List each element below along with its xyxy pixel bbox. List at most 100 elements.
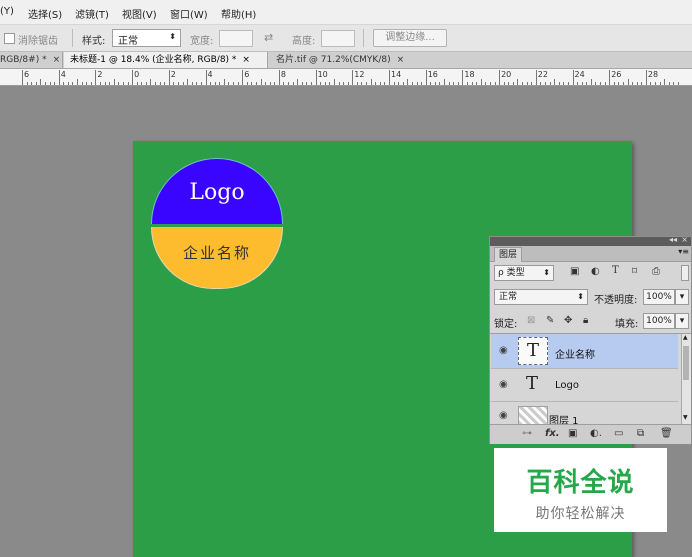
ruler-tick — [554, 79, 556, 85]
layer-filter-select[interactable]: ρ 类型 ⬍ — [494, 265, 554, 281]
ruler-label: 6 — [24, 70, 30, 79]
ruler-tick — [168, 70, 170, 85]
ruler-tick — [384, 82, 386, 85]
ruler-tick — [324, 82, 326, 85]
scroll-up-icon[interactable]: ▲ — [683, 334, 688, 341]
type-filter-icon[interactable]: T — [612, 265, 619, 276]
smart-object-filter-icon[interactable]: ⎙ — [652, 266, 660, 277]
ruler-tick — [292, 82, 294, 85]
layer-row-layer-1[interactable]: ◉ 图层 1 — [491, 402, 678, 424]
ruler-tick — [586, 82, 588, 85]
filter-toggle[interactable] — [681, 265, 689, 281]
scroll-down-icon[interactable]: ▼ — [683, 414, 688, 421]
layer-row-logo[interactable]: ◉ T Logo — [491, 369, 678, 402]
refine-edge-button[interactable]: 调整边缘... — [373, 29, 447, 47]
ruler-tick — [278, 70, 280, 85]
menu-item-select[interactable]: 选择(S) — [28, 6, 62, 21]
tab-layers[interactable]: 图层 — [494, 247, 522, 262]
scrollbar-thumb[interactable] — [683, 346, 689, 380]
options-bar: 消除锯齿 样式: 正常 ⬍ 宽度: ⇄ 高度: 调整边缘... — [0, 25, 692, 52]
ruler-tick — [338, 82, 340, 85]
ruler-tick — [320, 82, 322, 85]
layers-panel-footer: ⊶ fx. ▣ ◐. ▭ ⧉ 🗑︎ — [490, 424, 691, 444]
close-icon[interactable]: × — [242, 55, 250, 65]
menu-item-view[interactable]: 视图(V) — [122, 6, 157, 21]
ruler-tick — [476, 82, 478, 85]
close-icon[interactable]: × — [681, 235, 688, 244]
lock-position-icon[interactable]: ✥ — [564, 315, 572, 326]
adjustment-icon[interactable]: ◐. — [590, 428, 602, 439]
opacity-input[interactable]: 100% — [643, 289, 675, 305]
ruler-tick — [590, 79, 592, 85]
tab-document-2[interactable]: 未标题-1 @ 18.4% (企业名称, RGB/8) * × — [64, 52, 268, 68]
layer-row-company-name[interactable]: ◉ T 企业名称 — [491, 334, 678, 369]
shape-filter-icon[interactable]: ⌑ — [632, 266, 637, 277]
new-layer-icon[interactable]: ⧉ — [637, 428, 644, 439]
lock-transparency-icon[interactable]: ⊠ — [527, 315, 535, 326]
eye-icon[interactable]: ◉ — [499, 410, 508, 421]
ruler-tick — [480, 79, 482, 85]
menu-item-filter[interactable]: 滤镜(T) — [75, 6, 109, 21]
height-input[interactable] — [321, 30, 355, 47]
ruler-tick — [288, 82, 290, 85]
ruler-label: 8 — [280, 70, 286, 79]
ruler-tick — [457, 82, 459, 85]
menu-bar: (Y) 选择(S) 滤镜(T) 视图(V) 窗口(W) 帮助(H) — [0, 0, 692, 25]
blend-mode-value: 正常 — [499, 292, 518, 302]
ruler-tick — [581, 82, 583, 85]
layers-scrollbar[interactable]: ▲ ▼ — [681, 334, 691, 424]
layer-name[interactable]: 企业名称 — [555, 346, 595, 361]
fill-label: 填充: — [615, 319, 639, 330]
fill-input[interactable]: 100% — [643, 313, 675, 329]
ruler-tick — [544, 82, 546, 85]
group-folder-icon[interactable]: ▭ — [614, 428, 623, 439]
ruler-tick — [44, 82, 46, 85]
raster-layer-thumb-icon — [518, 406, 548, 424]
fill-dropdown-icon[interactable]: ▾ — [675, 313, 689, 329]
mask-icon[interactable]: ▣ — [568, 428, 577, 439]
close-icon[interactable]: × — [53, 55, 61, 65]
ruler-tick — [63, 82, 65, 85]
width-input[interactable] — [219, 30, 253, 47]
link-icon[interactable]: ⊶ — [522, 428, 532, 439]
swap-icon[interactable]: ⇄ — [264, 31, 273, 44]
ruler-tick — [650, 82, 652, 85]
collapse-icon[interactable]: ◂◂ — [669, 235, 677, 244]
ruler-tick — [407, 79, 409, 85]
ruler-tick — [54, 82, 56, 85]
ruler-tick — [549, 82, 551, 85]
eye-icon[interactable]: ◉ — [499, 345, 508, 356]
fx-icon[interactable]: fx. — [545, 428, 560, 439]
ruler-tick — [641, 82, 643, 85]
menu-item-window[interactable]: 窗口(W) — [170, 6, 208, 21]
eye-icon[interactable]: ◉ — [499, 379, 508, 390]
tab-document-3[interactable]: 名片.tif @ 71.2%(CMYK/8) × — [270, 52, 420, 68]
ruler-tick — [466, 82, 468, 85]
lock-all-icon[interactable]: 🔒︎ — [583, 315, 588, 326]
layer-name[interactable]: Logo — [555, 380, 579, 391]
ruler-tick — [182, 82, 184, 85]
ruler-tick — [81, 82, 83, 85]
style-select-value: 正常 — [118, 36, 138, 47]
pixel-filter-icon[interactable]: ▣ — [570, 266, 579, 277]
select-arrows-icon: ⬍ — [169, 32, 176, 41]
antialias-checkbox[interactable] — [4, 33, 15, 44]
lock-pixels-icon[interactable]: ✎ — [546, 315, 554, 326]
ruler-tick — [311, 82, 312, 85]
ruler-tick — [265, 82, 267, 85]
tab-document-1[interactable]: RGB/8#) * × — [0, 52, 63, 68]
ruler-tick — [233, 82, 235, 85]
ruler-tick — [398, 82, 400, 85]
panel-menu-icon[interactable]: ▾≡ — [678, 247, 689, 256]
style-select[interactable]: 正常 ⬍ — [112, 29, 181, 47]
adjustment-filter-icon[interactable]: ◐ — [591, 266, 600, 277]
blend-mode-select[interactable]: 正常 ⬍ — [494, 289, 588, 305]
opacity-dropdown-icon[interactable]: ▾ — [675, 289, 689, 305]
trash-icon[interactable]: 🗑︎ — [660, 428, 673, 439]
ruler-tick — [678, 82, 679, 85]
layer-name[interactable]: 图层 1 — [549, 412, 579, 424]
menu-item-partial[interactable]: (Y) — [0, 6, 14, 17]
height-label: 高度: — [292, 36, 316, 47]
close-icon[interactable]: × — [397, 55, 405, 65]
menu-item-help[interactable]: 帮助(H) — [221, 6, 256, 21]
